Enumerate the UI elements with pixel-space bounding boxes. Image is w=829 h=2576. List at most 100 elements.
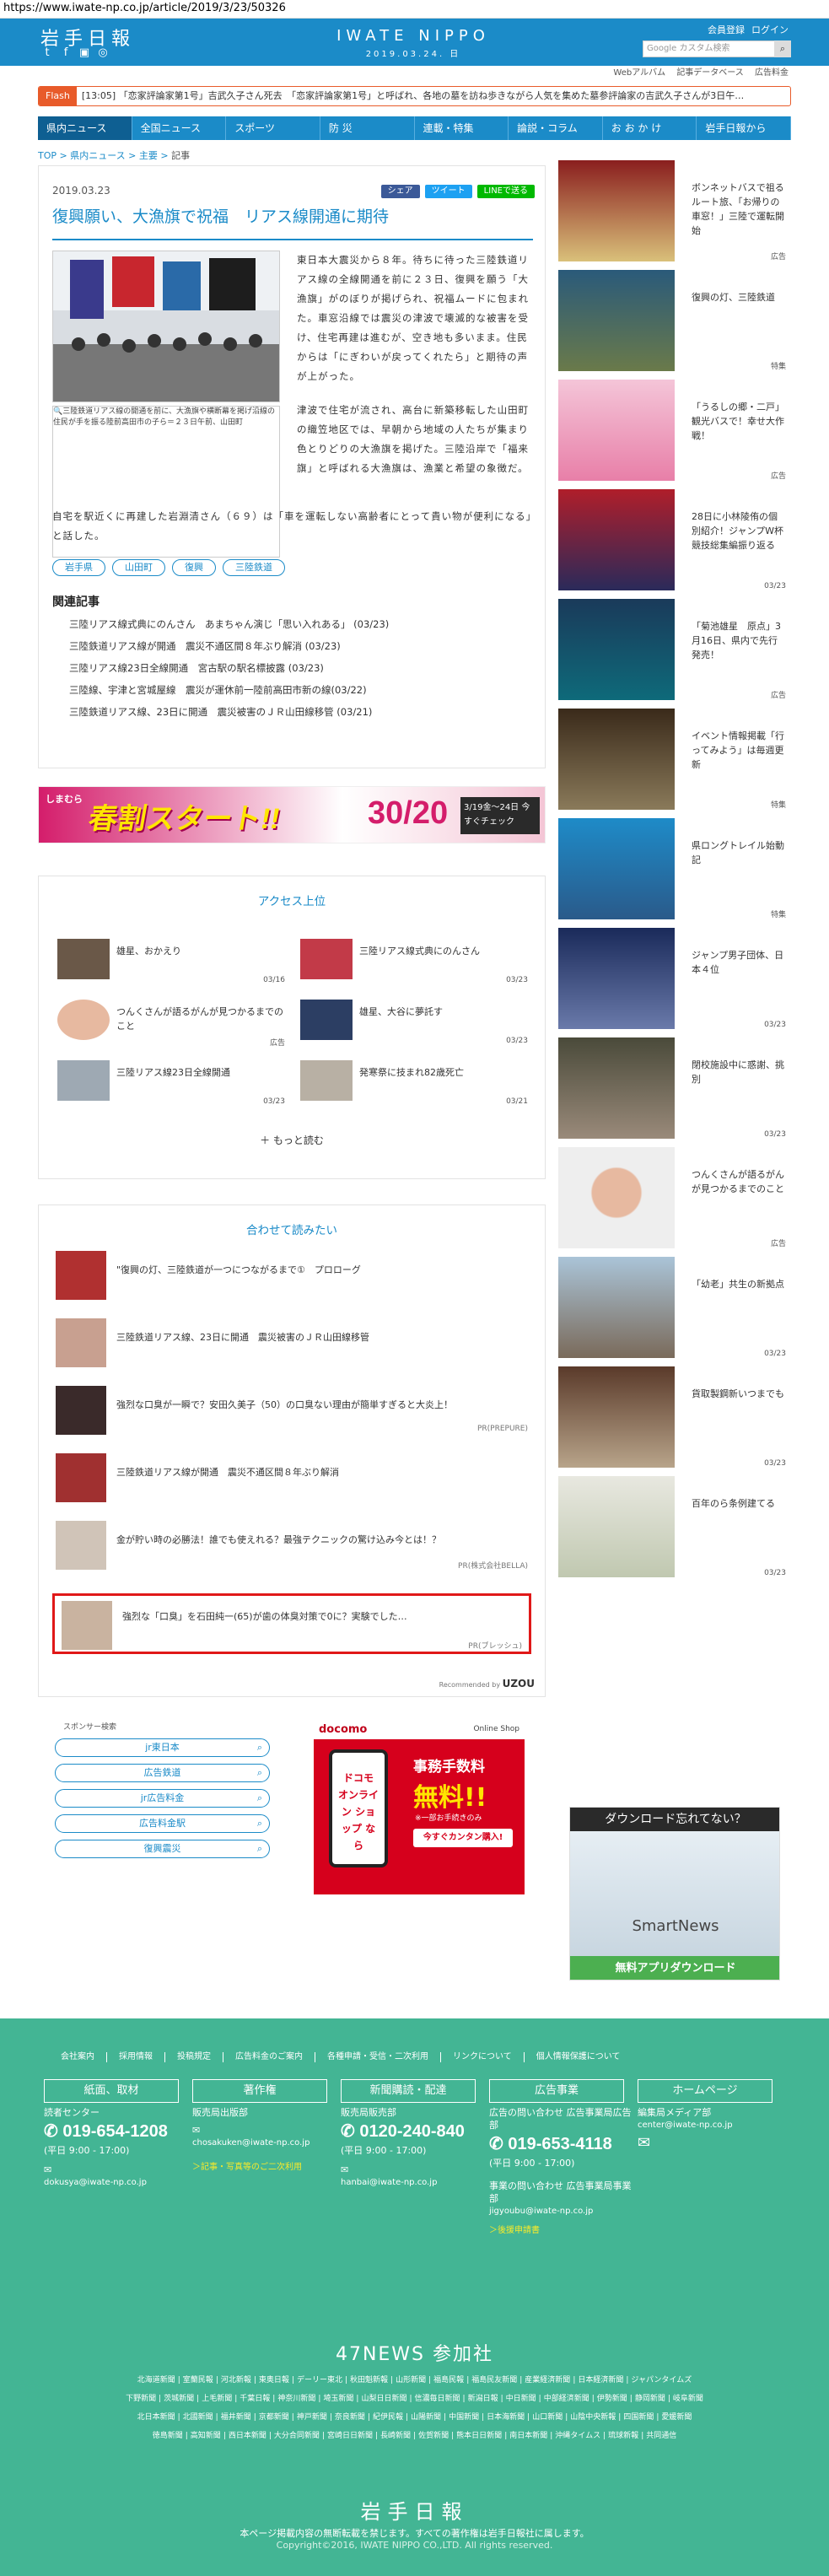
footer-logo[interactable]: 岩手日報: [0, 2495, 829, 2525]
paper-link[interactable]: 共同通信: [646, 2432, 676, 2440]
paper-link[interactable]: ジャパンタイムズ: [631, 2376, 692, 2385]
footer-link[interactable]: リンクについて: [441, 2052, 525, 2062]
reader-mail[interactable]: dokusya@iwate-np.co.jp: [44, 2176, 187, 2189]
paper-link[interactable]: 河北新報: [221, 2376, 251, 2385]
ranking-item[interactable]: つんくさんが語るがんが見つかるまでのこと 広告: [57, 1000, 285, 1050]
sidebar-item[interactable]: 「うるしの郷・二戸」観光バスで！幸せ大作戦！ 広告: [558, 380, 791, 489]
related-item[interactable]: 三陸リアス線23日全線開通 宮古駅の駅名標披露 (03/23): [69, 657, 525, 679]
tag-item[interactable]: 復興: [172, 559, 216, 576]
footer-btn-copyright[interactable]: 著作権: [192, 2079, 327, 2103]
paper-link[interactable]: 山陰中央新報: [570, 2413, 616, 2422]
docomo-ad[interactable]: docomo Online Shop ドコモ オンライン ショップ なら 事務手…: [314, 1721, 525, 1894]
nav-series[interactable]: 連載・特集: [415, 116, 509, 140]
copyright-link[interactable]: ＞記事・写真等のご二次利用: [192, 2161, 336, 2174]
tag-item[interactable]: 三陸鉄道: [223, 559, 285, 576]
sidebar-item[interactable]: 閉校施設中に惑謝、挑別 03/23: [558, 1037, 791, 1147]
nav-national-news[interactable]: 全国ニュース: [132, 116, 227, 140]
related-item[interactable]: 三陸鉄道リアス線が開通 震災不通区間８年ぶり解消 (03/23): [69, 635, 525, 657]
facebook-icon[interactable]: f: [59, 46, 73, 60]
sponsor-item[interactable]: 広告鉄道 ⌕: [55, 1764, 270, 1782]
tag-item[interactable]: 山田町: [112, 559, 165, 576]
ranking-item[interactable]: 三陸リアス線23日全線開通 03/23: [57, 1060, 285, 1111]
sales-tel[interactable]: ✆ 0120-240-840: [341, 2119, 484, 2144]
nav-sports[interactable]: スポーツ: [226, 116, 320, 140]
paper-link[interactable]: 神戸新聞: [297, 2413, 327, 2422]
footer-btn-homepage[interactable]: ホームページ: [638, 2079, 772, 2103]
paper-link[interactable]: 静岡新聞: [635, 2395, 665, 2403]
paper-link[interactable]: 上毛新聞: [202, 2395, 232, 2403]
paper-link[interactable]: 埼玉新聞: [323, 2395, 353, 2403]
sponsor-item[interactable]: jr東日本 ⌕: [55, 1738, 270, 1757]
paper-link[interactable]: 信濃毎日新聞: [415, 2395, 460, 2403]
sidebar-item[interactable]: 貨取製鋼新いつまでも 03/23: [558, 1366, 791, 1476]
sidebar-item[interactable]: 県ロングトレイル始動記 特集: [558, 818, 791, 928]
paper-link[interactable]: 北國新聞: [183, 2413, 213, 2422]
recommend-item[interactable]: 強烈な口臭が一瞬で？安田久美子（50）の口臭ない理由が簡単すぎると大炎上！ PR…: [56, 1386, 528, 1436]
ads-tel[interactable]: ✆ 019-653-4118: [489, 2131, 633, 2157]
paper-link[interactable]: 千葉日報: [240, 2395, 270, 2403]
paper-link[interactable]: 宮崎日日新聞: [327, 2432, 373, 2440]
ranking-item[interactable]: 発寒祭に技まれ82歳死亡 03/21: [300, 1060, 528, 1111]
sidebar-item[interactable]: つんくさんが語るがんが見つかるまでのこと 広告: [558, 1147, 791, 1257]
banner-ad[interactable]: しまむら 春割スタート!! 30/20 3/19金〜24日 今すぐチェック: [38, 786, 546, 843]
ranking-item[interactable]: 雄星、大谷に夢託す 03/23: [300, 1000, 528, 1050]
sponsor-item[interactable]: 広告料金駅 ⌕: [55, 1814, 270, 1833]
docomo-cta[interactable]: 今すぐカンタン購入!: [413, 1829, 513, 1847]
sidebar-item[interactable]: 復興の灯、三陸鉄道 特集: [558, 270, 791, 380]
paper-link[interactable]: 西日本新聞: [229, 2432, 266, 2440]
paper-link[interactable]: 南日本新聞: [509, 2432, 547, 2440]
register-link[interactable]: 会員登録: [708, 23, 745, 36]
footer-link[interactable]: 投稿規定: [165, 2052, 223, 2062]
sidebar-item[interactable]: 「菊池雄星 原点」3月16日、県内で先行発売！ 広告: [558, 599, 791, 709]
sidebar-item[interactable]: ジャンプ男子団体、日本４位 03/23: [558, 928, 791, 1037]
paper-link[interactable]: 長崎新聞: [380, 2432, 411, 2440]
sidebar-item[interactable]: 百年のら条例建てる 03/23: [558, 1476, 791, 1586]
paper-link[interactable]: 中部経済新聞: [544, 2395, 589, 2403]
paper-link[interactable]: 山形新聞: [396, 2376, 426, 2385]
paper-link[interactable]: 秋田魁新報: [350, 2376, 388, 2385]
paper-link[interactable]: 産業経済新聞: [525, 2376, 570, 2385]
brand-block[interactable]: IWATE NIPPO 2019.03.24. 日: [333, 27, 493, 59]
facebook-share-button[interactable]: シェア: [380, 185, 420, 198]
sidebar-item[interactable]: 28日に小林陵侑の個別紹介！ジャンプW杯競技総集編振り返る 03/23: [558, 489, 791, 599]
paper-link[interactable]: 徳島新聞: [153, 2432, 183, 2440]
search-icon[interactable]: ⌕: [774, 40, 791, 57]
footer-link[interactable]: 採用情報: [107, 2052, 165, 2062]
search-input[interactable]: Google カスタム検索: [643, 40, 791, 57]
nav-disaster[interactable]: 防 災: [320, 116, 415, 140]
paper-link[interactable]: 京都新聞: [259, 2413, 289, 2422]
address-bar[interactable]: https://www.iwate-np.co.jp/article/2019/…: [0, 0, 829, 19]
related-item[interactable]: 三陸鉄道リアス線、23日に開通 震災被害のＪＲ山田線移管 (03/21): [69, 701, 525, 723]
footer-btn-ads[interactable]: 広告事業: [489, 2079, 624, 2103]
paper-link[interactable]: 琉球新報: [608, 2432, 638, 2440]
nav-prefecture-news[interactable]: 県内ニュース: [38, 116, 132, 140]
nav-editorial[interactable]: 論説・コラム: [509, 116, 603, 140]
ads-mail[interactable]: jigyoubu@iwate-np.co.jp: [489, 2205, 633, 2218]
paper-link[interactable]: 中国新聞: [449, 2413, 479, 2422]
paper-link[interactable]: 日本経済新聞: [578, 2376, 623, 2385]
line-share-button[interactable]: LINEで送る: [476, 185, 535, 198]
smartnews-cta[interactable]: 無料アプリダウンロード: [570, 1956, 779, 1980]
sales-mail[interactable]: hanbai@iwate-np.co.jp: [341, 2176, 484, 2189]
paper-link[interactable]: 日本海新聞: [487, 2413, 525, 2422]
footer-link[interactable]: 広告料金のご案内: [223, 2052, 315, 2062]
twitter-icon[interactable]: t: [40, 46, 54, 60]
hp-mail[interactable]: center@iwate-np.co.jp: [638, 2119, 781, 2131]
paper-link[interactable]: 東奥日報: [259, 2376, 289, 2385]
paper-link[interactable]: 伊勢新聞: [597, 2395, 627, 2403]
subnav-album[interactable]: Webアルバム: [613, 68, 665, 78]
paper-link[interactable]: 奈良新聞: [335, 2413, 365, 2422]
flash-news-bar[interactable]: Flash [13:05] 「恋家評論家第1号」吉武久子さん死去 「恋家評論家第1…: [38, 86, 791, 106]
ranking-item[interactable]: 雄星、おかえり 03/16: [57, 939, 285, 989]
crumb-main[interactable]: 主要: [139, 150, 158, 161]
flash-text[interactable]: [13:05] 「恋家評論家第1号」吉武久子さん死去 「恋家評論家第1号」と呼ば…: [82, 90, 744, 101]
paper-link[interactable]: 神奈川新聞: [277, 2395, 315, 2403]
paper-link[interactable]: 福島民報: [433, 2376, 464, 2385]
line-icon[interactable]: ▣: [78, 46, 91, 60]
more-button[interactable]: ＋ もっと読む: [39, 1133, 545, 1147]
subnav-database[interactable]: 記事データベース: [676, 68, 744, 78]
ranking-item[interactable]: 三陸リアス線式典にのんさん 03/23: [300, 939, 528, 989]
footer-btn-editorial[interactable]: 紙面、取材: [44, 2079, 179, 2103]
recommend-item[interactable]: 三陸鉄道リアス線、23日に開通 震災被害のＪＲ山田線移管: [56, 1318, 528, 1369]
nav-from-nippo[interactable]: 岩手日報から: [697, 116, 791, 140]
